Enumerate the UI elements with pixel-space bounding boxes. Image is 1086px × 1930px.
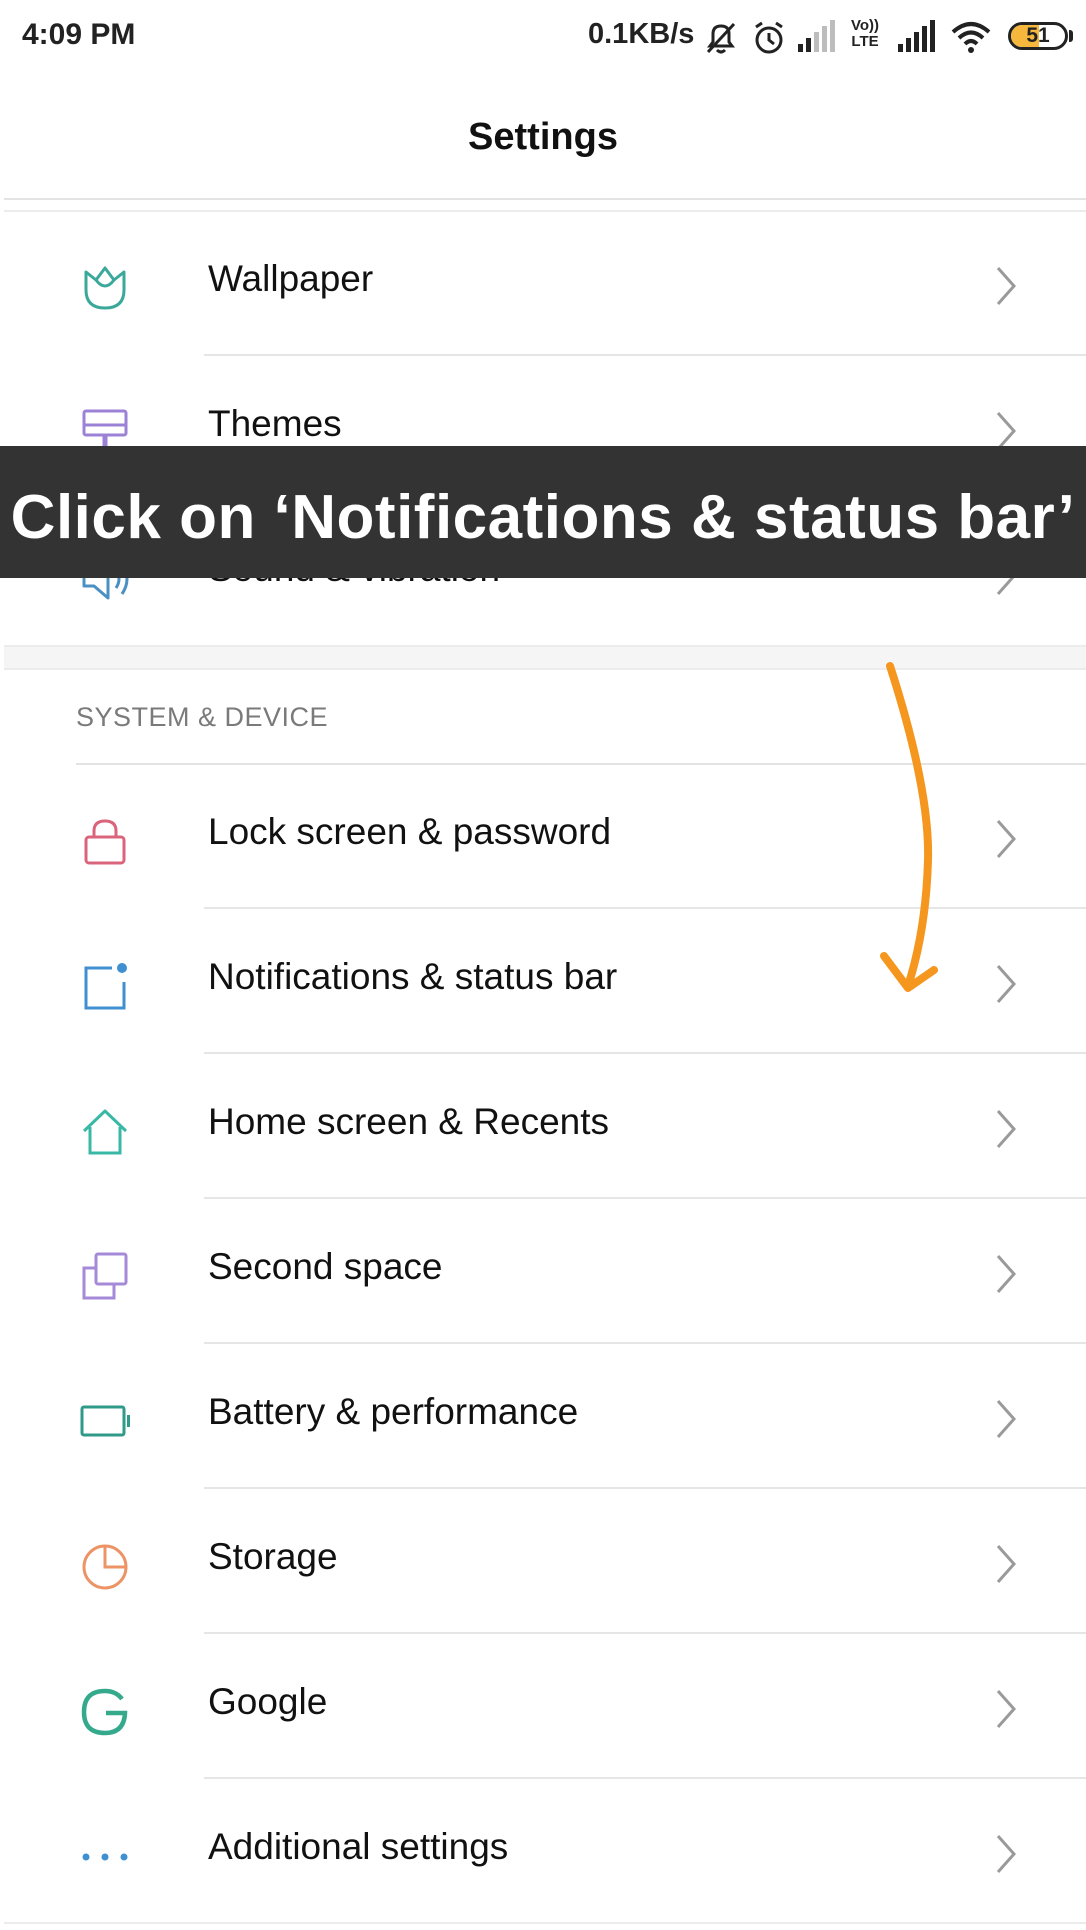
battery-tip [1069, 30, 1073, 42]
battery-level: 51 [1026, 24, 1050, 47]
row-divider [204, 1632, 1086, 1634]
wifi-icon [951, 22, 991, 53]
row-divider [204, 1342, 1086, 1344]
title-divider [4, 198, 1086, 200]
row-divider [204, 1052, 1086, 1054]
network-speed: 0.1KB/s [588, 18, 695, 50]
chevron-right-icon [996, 820, 1017, 858]
settings-item-second-space[interactable]: Second space [0, 1200, 1086, 1344]
notification-icon [84, 963, 127, 1010]
settings-item-label: Battery & performance [208, 1391, 579, 1432]
battery-icon: 51 [1008, 22, 1068, 50]
settings-item-label: Storage [208, 1536, 338, 1577]
pie-chart-icon [82, 1544, 128, 1590]
tulip-icon [84, 266, 126, 310]
row-divider [204, 354, 1086, 356]
chevron-right-icon [996, 267, 1017, 305]
signal-icon [898, 20, 935, 52]
second-space-icon [82, 1252, 128, 1300]
clock: 4:09 PM [22, 18, 136, 51]
row-divider [204, 1487, 1086, 1489]
bottom-divider [4, 1922, 1086, 1924]
bell-off-icon [706, 22, 736, 54]
settings-item-wallpaper[interactable]: Wallpaper [0, 212, 1086, 356]
chevron-right-icon [996, 1110, 1017, 1148]
section-divider [4, 645, 1086, 647]
settings-item-label: Google [208, 1681, 328, 1722]
signal-weak-icon [798, 20, 835, 52]
chevron-right-icon [996, 1255, 1017, 1293]
instruction-text: Click on ‘Notifications & status bar’ [10, 483, 1076, 552]
lock-icon [84, 819, 126, 865]
settings-item-label: Additional settings [208, 1826, 509, 1867]
settings-item-additional-settings[interactable]: Additional settings [0, 1780, 1086, 1924]
battery-outline-icon [80, 1405, 130, 1437]
chevron-right-icon [996, 1690, 1017, 1728]
volte-icon: Vo)) LTE [850, 17, 880, 50]
more-dots-icon [82, 1853, 128, 1861]
row-divider [204, 1197, 1086, 1199]
settings-item-battery-performance[interactable]: Battery & performance [0, 1345, 1086, 1489]
instruction-banner: Click on ‘Notifications & status bar’ [0, 446, 1086, 578]
settings-item-label: Wallpaper [208, 258, 374, 299]
alarm-icon [755, 21, 783, 54]
home-icon [82, 1109, 128, 1155]
settings-item-home-screen-recents[interactable]: Home screen & Recents [0, 1055, 1086, 1199]
google-g-icon [81, 1688, 128, 1736]
settings-item-label: Second space [208, 1246, 443, 1287]
pointer-arrow-icon [880, 662, 938, 992]
chevron-right-icon [996, 965, 1017, 1003]
settings-item-google[interactable]: Google [0, 1635, 1086, 1779]
settings-item-label: Lock screen & password [208, 811, 612, 852]
section-header-system-device: SYSTEM & DEVICE [76, 702, 329, 732]
settings-item-label: Home screen & Recents [208, 1101, 610, 1142]
chevron-right-icon [996, 1545, 1017, 1583]
settings-item-storage[interactable]: Storage [0, 1490, 1086, 1634]
chevron-right-icon [996, 1835, 1017, 1873]
status-bar: 4:09 PM 0.1KB/s Vo)) LTE 51 [0, 0, 1086, 74]
title-bar: Settings [0, 74, 1086, 200]
row-divider [204, 1777, 1086, 1779]
chevron-right-icon [996, 1400, 1017, 1438]
settings-item-label: Themes [208, 403, 342, 444]
page-title: Settings [468, 116, 618, 158]
settings-item-label: Notifications & status bar [208, 956, 618, 997]
